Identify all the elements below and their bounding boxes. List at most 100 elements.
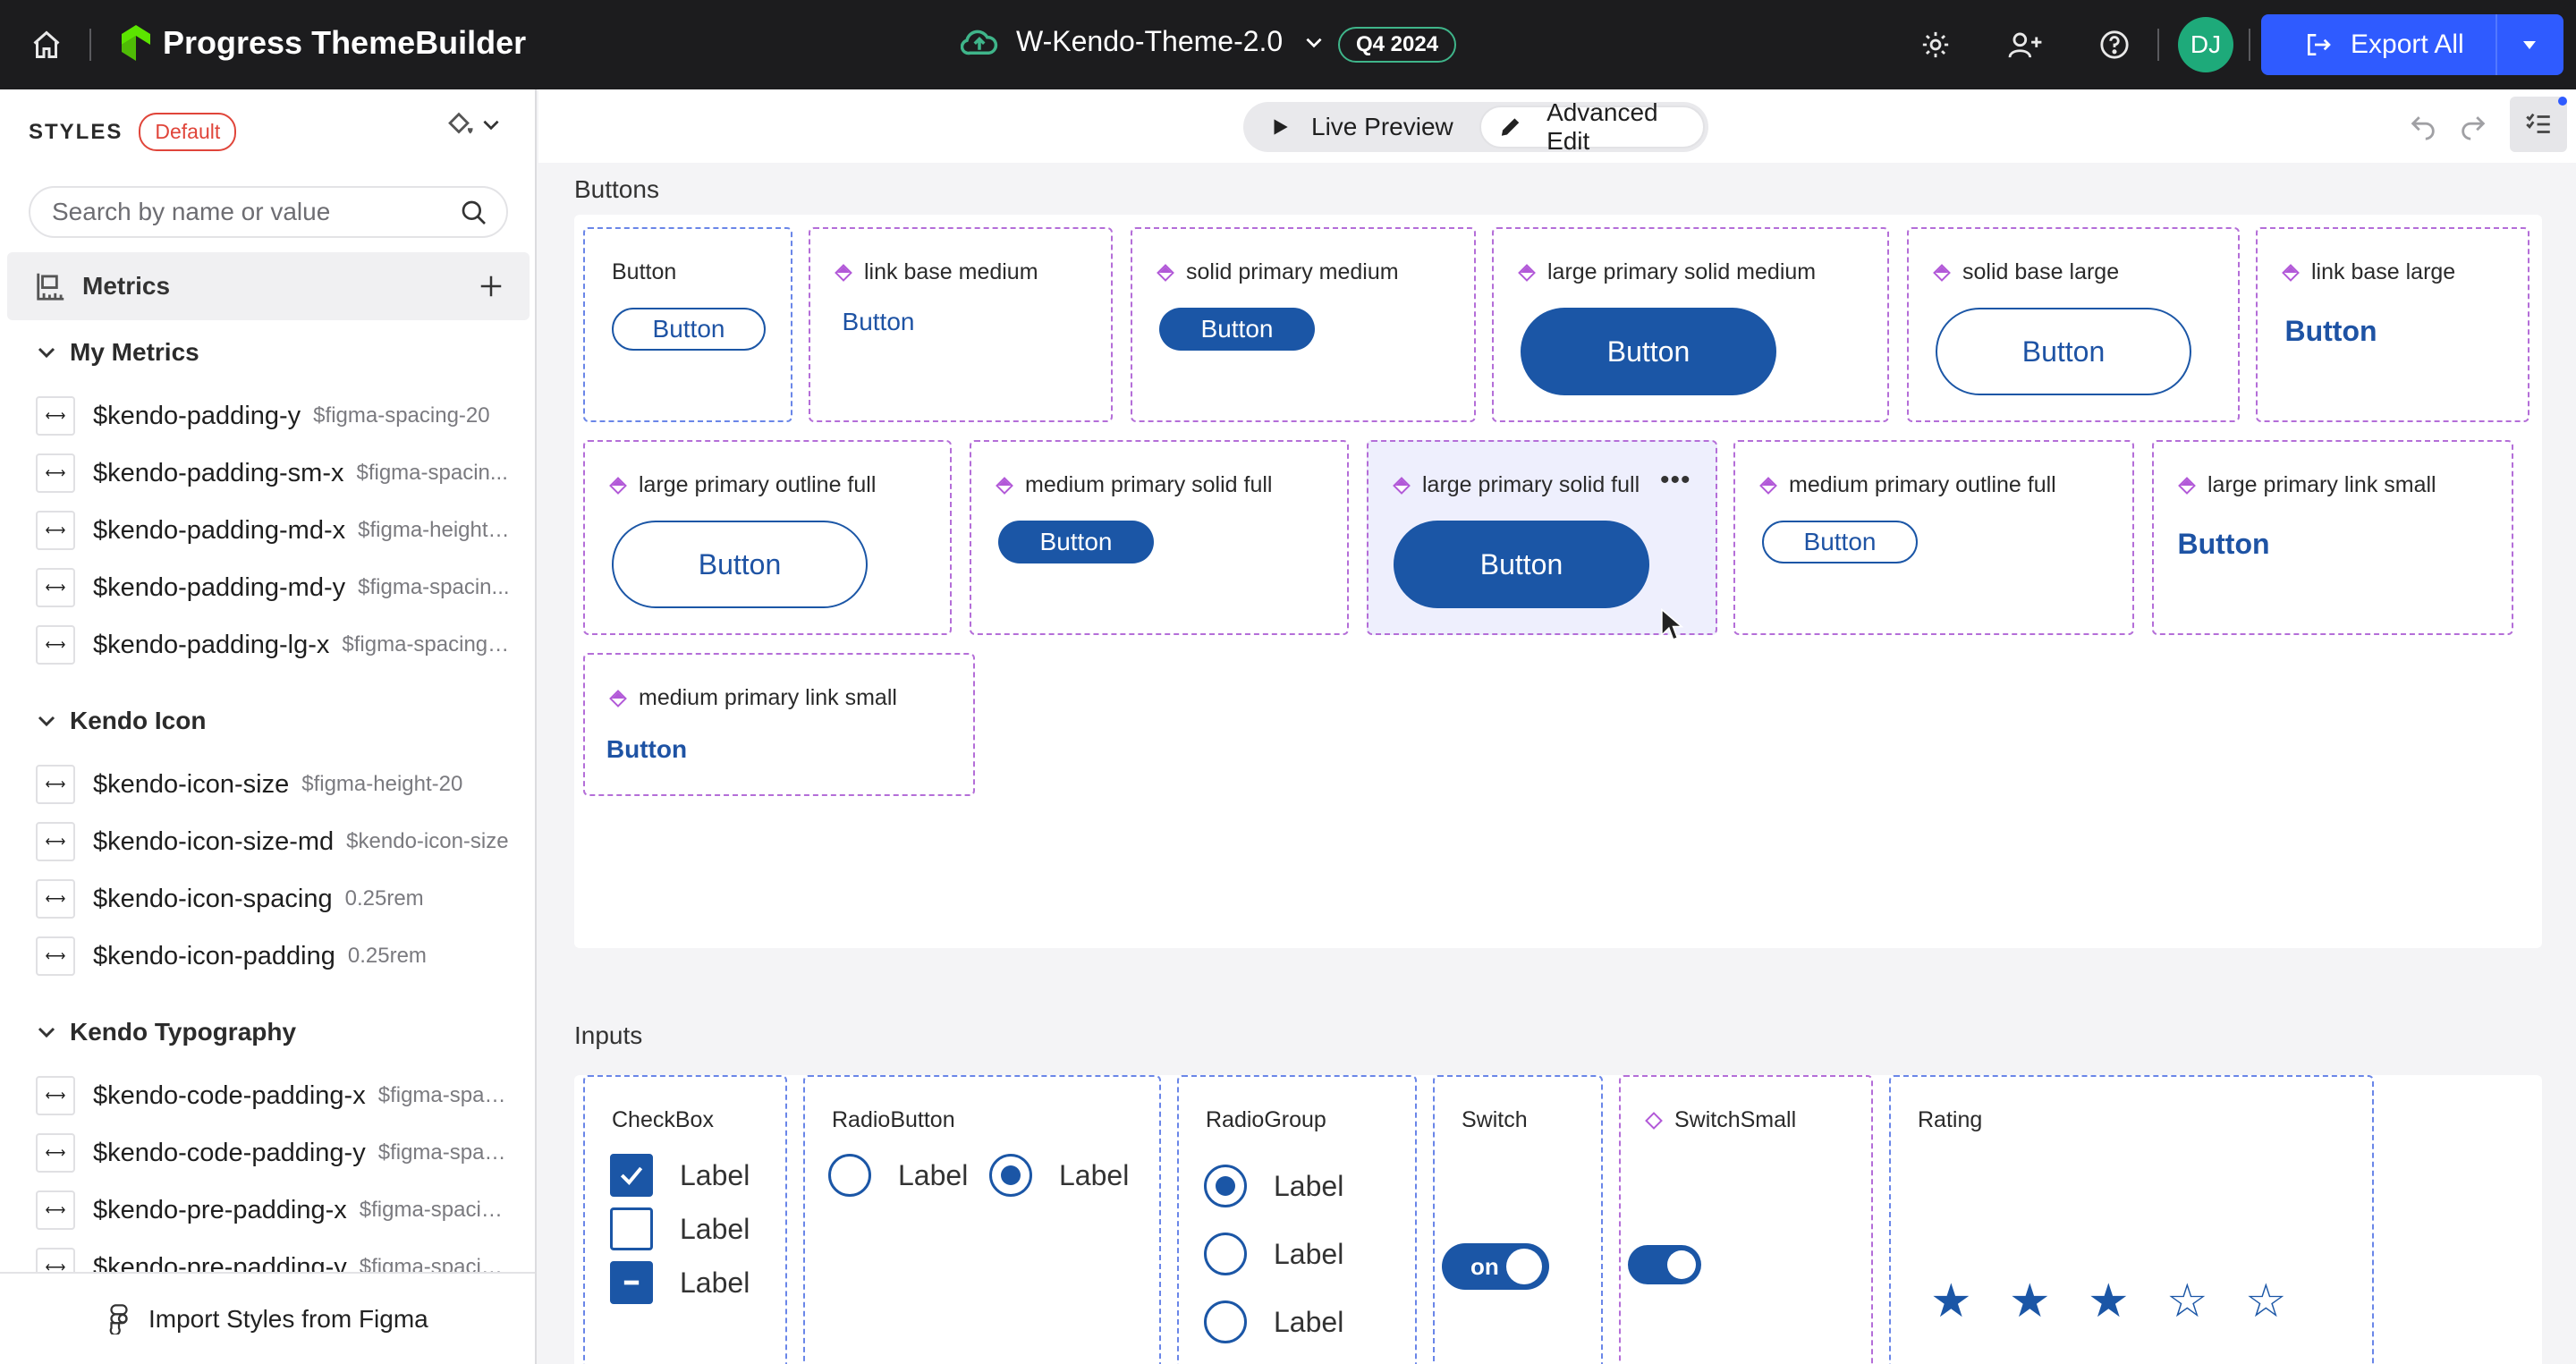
button-card[interactable]: link base medium Button bbox=[809, 227, 1113, 422]
button-card[interactable]: medium primary link small Button bbox=[583, 653, 975, 796]
radio-selected[interactable] bbox=[989, 1154, 1032, 1197]
preview-button[interactable]: Button bbox=[1936, 308, 2191, 395]
preview-button[interactable]: Button bbox=[998, 521, 1154, 563]
button-card[interactable]: large primary solid medium Button bbox=[1492, 227, 1889, 422]
import-figma-button[interactable]: Import Styles from Figma bbox=[0, 1272, 535, 1364]
preview-button[interactable]: Button bbox=[1159, 308, 1315, 351]
search-input[interactable]: Search by name or value bbox=[29, 186, 508, 238]
radio-unselected[interactable] bbox=[1204, 1300, 1247, 1343]
switch-knob bbox=[1667, 1250, 1696, 1279]
radio-item[interactable]: Label bbox=[828, 1154, 968, 1197]
add-user-icon[interactable] bbox=[2002, 21, 2048, 68]
group-header-kendo-typography[interactable]: Kendo Typography bbox=[36, 1018, 296, 1046]
checkbox-item[interactable]: Label bbox=[610, 1207, 750, 1250]
button-card[interactable]: solid base large Button bbox=[1907, 227, 2240, 422]
redo-icon[interactable] bbox=[2458, 111, 2488, 141]
radio-unselected[interactable] bbox=[828, 1154, 871, 1197]
button-card-selected[interactable]: large primary solid full ••• Button bbox=[1367, 440, 1717, 635]
preview-button[interactable]: Button bbox=[837, 301, 919, 343]
advanced-edit-button[interactable]: Advanced Edit bbox=[1479, 98, 1705, 155]
variable-row[interactable]: ⟷ $kendo-code-padding-y $figma-spac... bbox=[36, 1131, 510, 1175]
radiobutton-card[interactable]: RadioButton bbox=[803, 1075, 1161, 1364]
radiogroup-item[interactable]: Label bbox=[1204, 1233, 1343, 1275]
variable-row[interactable]: ⟷ $kendo-icon-padding 0.25rem bbox=[36, 934, 510, 979]
preview-button[interactable]: Button bbox=[1762, 521, 1918, 563]
progress-logo-icon bbox=[122, 25, 150, 61]
star-filled-icon[interactable]: ★ bbox=[1930, 1275, 1972, 1328]
star-empty-icon[interactable]: ☆ bbox=[2166, 1275, 2208, 1328]
default-badge[interactable]: Default bbox=[139, 113, 237, 151]
group-header-my-metrics[interactable]: My Metrics bbox=[36, 338, 199, 367]
preview-button[interactable]: Button bbox=[2168, 519, 2279, 569]
card-title: SwitchSmall bbox=[1645, 1107, 1796, 1133]
help-icon[interactable] bbox=[2091, 21, 2138, 68]
variable-row[interactable]: ⟷ $kendo-padding-md-x $figma-height-... bbox=[36, 508, 510, 553]
checklist-button[interactable] bbox=[2510, 97, 2567, 152]
checkbox-item[interactable]: Label bbox=[610, 1154, 750, 1197]
variable-name: $kendo-icon-size bbox=[93, 769, 290, 799]
search-icon[interactable] bbox=[460, 199, 488, 227]
variable-name: $kendo-code-padding-x bbox=[93, 1080, 366, 1110]
star-empty-icon[interactable]: ☆ bbox=[2245, 1275, 2287, 1328]
star-filled-icon[interactable]: ★ bbox=[2088, 1275, 2130, 1328]
variable-row[interactable]: ⟷ $kendo-icon-size $figma-height-20 bbox=[36, 762, 510, 807]
radio-label: Label bbox=[898, 1158, 969, 1191]
checkbox-item[interactable]: Label bbox=[610, 1261, 750, 1304]
metrics-category[interactable]: Metrics bbox=[7, 252, 530, 320]
button-card[interactable]: medium primary outline full Button bbox=[1733, 440, 2134, 635]
project-selector[interactable]: W-Kendo-Theme-2.0 bbox=[961, 25, 1326, 58]
button-card[interactable]: medium primary solid full Button bbox=[970, 440, 1349, 635]
caret-down-icon[interactable] bbox=[2519, 34, 2540, 55]
checkbox-indeterminate[interactable] bbox=[610, 1261, 653, 1304]
variable-row[interactable]: ⟷ $kendo-padding-sm-x $figma-spacin... bbox=[36, 451, 510, 496]
add-icon[interactable] bbox=[478, 273, 504, 300]
styles-sidebar: STYLES Default Search by name or value M… bbox=[0, 89, 537, 1364]
variable-row[interactable]: ⟷ $kendo-padding-md-y $figma-spacin... bbox=[36, 565, 510, 610]
variable-row[interactable]: ⟷ $kendo-padding-lg-x $figma-spacing-... bbox=[36, 623, 510, 667]
edit-toolbar: Live Preview Advanced Edit bbox=[538, 89, 2576, 163]
radiogroup-item[interactable]: Label bbox=[1204, 1165, 1343, 1207]
radio-selected[interactable] bbox=[1204, 1165, 1247, 1207]
variable-row[interactable]: ⟷ $kendo-padding-y $figma-spacing-20 bbox=[36, 394, 510, 438]
preview-button[interactable]: Button bbox=[612, 308, 766, 351]
checkbox-unchecked[interactable] bbox=[610, 1207, 653, 1250]
variable-row[interactable]: ⟷ $kendo-icon-size-md $kendo-icon-size bbox=[36, 819, 510, 864]
button-card[interactable]: solid primary medium Button bbox=[1131, 227, 1476, 422]
button-card[interactable]: Button Button bbox=[583, 227, 792, 422]
variable-row[interactable]: ⟷ $kendo-pre-padding-x $figma-spacin... bbox=[36, 1188, 510, 1233]
radio-item[interactable]: Label bbox=[989, 1154, 1129, 1197]
preview-button[interactable]: Button bbox=[1521, 308, 1776, 395]
star-filled-icon[interactable]: ★ bbox=[2009, 1275, 2051, 1328]
preview-button[interactable]: Button bbox=[597, 728, 696, 771]
switch-card[interactable]: Switch bbox=[1433, 1075, 1603, 1364]
card-title: solid base large bbox=[1933, 259, 2119, 285]
group-header-kendo-icon[interactable]: Kendo Icon bbox=[36, 707, 206, 735]
avatar[interactable]: DJ bbox=[2178, 17, 2233, 72]
preview-button[interactable]: Button bbox=[2275, 306, 2386, 356]
switchsmall-card[interactable]: SwitchSmall bbox=[1619, 1075, 1873, 1364]
radiogroup-item[interactable]: Label bbox=[1204, 1300, 1343, 1343]
button-card[interactable]: large primary outline full Button bbox=[583, 440, 952, 635]
card-title: large primary solid full bbox=[1393, 472, 1640, 498]
toggle-switch-small[interactable] bbox=[1628, 1245, 1701, 1284]
home-icon[interactable] bbox=[23, 21, 70, 68]
variable-row[interactable]: ⟷ $kendo-icon-spacing 0.25rem bbox=[36, 877, 510, 921]
style-picker[interactable] bbox=[444, 109, 503, 140]
checkbox-checked[interactable] bbox=[610, 1154, 653, 1197]
checkbox-label: Label bbox=[680, 1266, 750, 1299]
variable-row[interactable]: ⟷ $kendo-code-padding-x $figma-spac... bbox=[36, 1073, 510, 1118]
undo-icon[interactable] bbox=[2408, 111, 2438, 141]
card-title: CheckBox bbox=[612, 1107, 714, 1132]
gear-icon[interactable] bbox=[1912, 21, 1959, 68]
preview-button[interactable]: Button bbox=[1394, 521, 1649, 608]
more-options-icon[interactable]: ••• bbox=[1660, 465, 1691, 496]
export-all-button[interactable]: Export All bbox=[2261, 14, 2563, 75]
preview-button[interactable]: Button bbox=[612, 521, 868, 608]
live-preview-button[interactable]: Live Preview bbox=[1254, 106, 1462, 148]
toggle-switch[interactable]: on bbox=[1442, 1243, 1549, 1290]
brand-logo[interactable]: Progress ThemeBuilder bbox=[118, 23, 526, 63]
button-card[interactable]: large primary link small Button bbox=[2152, 440, 2513, 635]
radio-unselected[interactable] bbox=[1204, 1233, 1247, 1275]
variable-name: $kendo-padding-sm-x bbox=[93, 458, 344, 487]
button-card[interactable]: link base large Button bbox=[2256, 227, 2529, 422]
